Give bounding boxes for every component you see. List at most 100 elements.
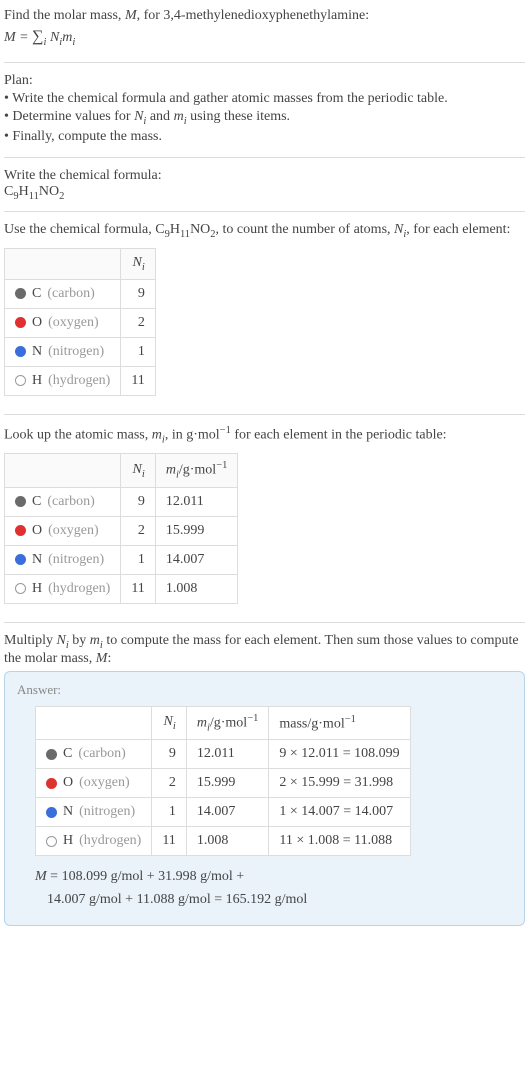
chemical-formula: C9H11NO2 — [4, 184, 525, 202]
header-mass: mass/g·mol−1 — [269, 706, 410, 739]
element-symbol: C — [32, 286, 41, 302]
intro-section: Find the molar mass, M, for 3,4-methylen… — [4, 4, 525, 56]
element-symbol: O — [32, 315, 42, 331]
header-empty — [36, 706, 152, 739]
table-row: H (hydrogen)111.008 — [5, 574, 238, 603]
plan-item: • Finally, compute the mass. — [4, 129, 525, 145]
table-row: O (oxygen)215.9992 × 15.999 = 31.998 — [36, 769, 411, 798]
element-ring-icon — [15, 583, 26, 594]
mass-cell: 9 × 12.011 = 108.099 — [269, 740, 410, 769]
element-cell: O (oxygen) — [5, 308, 121, 337]
element-cell: H (hydrogen) — [5, 574, 121, 603]
element-dot-icon — [15, 496, 26, 507]
table-row: N (nitrogen)1 — [5, 337, 156, 366]
intro-post: , for 3,4-methylenedioxyphenethylamine: — [137, 8, 370, 23]
element-name: (hydrogen) — [48, 373, 110, 389]
mi-cell: 14.007 — [155, 545, 238, 574]
divider — [4, 157, 525, 158]
step3-text: Look up the atomic mass, mi, in g·mol−1 … — [4, 425, 525, 445]
element-cell: C (carbon) — [5, 487, 121, 516]
element-name: (oxygen) — [79, 775, 130, 791]
element-symbol: H — [63, 833, 73, 849]
mi-sup: −1 — [247, 713, 258, 724]
table-row: N (nitrogen)114.007 — [5, 545, 238, 574]
table-header-row: Ni — [5, 249, 156, 280]
table-row: C (carbon)9 — [5, 279, 156, 308]
divider — [4, 414, 525, 415]
intro-pre: Find the molar mass, — [4, 8, 125, 23]
element-name: (carbon) — [47, 494, 94, 510]
element-name: (carbon) — [78, 746, 125, 762]
plan-section: Plan: • Write the chemical formula and g… — [4, 69, 525, 151]
divider — [4, 211, 525, 212]
mi-cell: 12.011 — [186, 740, 269, 769]
element-cell: N (nitrogen) — [5, 337, 121, 366]
step4-text: Multiply Ni by mi to compute the mass fo… — [4, 633, 525, 667]
ni-cell: 2 — [152, 769, 186, 798]
divider — [4, 62, 525, 63]
answer-final: M = 108.099 g/mol + 31.998 g/mol + 14.00… — [35, 866, 512, 911]
atom-count-table: Ni C (carbon)9O (oxygen)2N (nitrogen)1H … — [4, 248, 156, 396]
mi-cell: 1.008 — [155, 574, 238, 603]
table-row: C (carbon)912.011 — [5, 487, 238, 516]
mass-sup: −1 — [345, 714, 356, 725]
ni-cell: 9 — [152, 740, 186, 769]
header-ni: Ni — [121, 454, 155, 487]
mass-cell: 1 × 14.007 = 14.007 — [269, 798, 410, 827]
divider — [4, 622, 525, 623]
ni-cell: 11 — [152, 827, 186, 856]
header-mi: mi/g·mol−1 — [186, 706, 269, 739]
step3-pre: Look up the atomic mass, — [4, 428, 152, 443]
molar-mass-formula: M = ∑i Nimi — [4, 28, 525, 48]
element-symbol: N — [63, 804, 73, 820]
table-row: H (hydrogen)111.00811 × 1.008 = 11.088 — [36, 827, 411, 856]
element-ring-icon — [15, 375, 26, 386]
element-symbol: O — [32, 523, 42, 539]
element-dot-icon — [46, 749, 57, 760]
step2-section: Use the chemical formula, C9H11NO2, to c… — [4, 218, 525, 408]
answer-table: Ni mi/g·mol−1 mass/g·mol−1 C (carbon) 912… — [35, 706, 411, 856]
element-symbol: C — [63, 746, 72, 762]
table-row: N (nitrogen)114.0071 × 14.007 = 14.007 — [36, 798, 411, 827]
atomic-mass-table: Ni mi/g·mol−1 C (carbon)912.011O (oxygen… — [4, 453, 238, 603]
mi-cell: 15.999 — [186, 769, 269, 798]
step1-title: Write the chemical formula: — [4, 168, 525, 184]
element-cell: O (oxygen) — [5, 516, 121, 545]
step1-section: Write the chemical formula: C9H11NO2 — [4, 164, 525, 206]
table-header-row: Ni mi/g·mol−1 — [5, 454, 238, 487]
element-cell: O (oxygen) — [36, 769, 152, 798]
ni-cell: 11 — [121, 366, 155, 395]
ni-cell: 2 — [121, 308, 155, 337]
formula-index: i — [44, 37, 47, 48]
element-name: (hydrogen) — [48, 581, 110, 597]
mass-cell: 11 × 1.008 = 11.088 — [269, 827, 410, 856]
element-cell: C (carbon) — [5, 279, 121, 308]
element-dot-icon — [15, 346, 26, 357]
step2-pre: Use the chemical formula, — [4, 222, 155, 237]
table-row: O (oxygen)2 — [5, 308, 156, 337]
answer-box: Answer: Ni mi/g·mol−1 mass/g·mol−1 C (ca… — [4, 671, 525, 926]
header-empty — [5, 454, 121, 487]
element-name: (oxygen) — [48, 523, 99, 539]
element-dot-icon — [15, 554, 26, 565]
ni-cell: 9 — [121, 487, 155, 516]
step3-mid: , in g·mol — [165, 428, 220, 443]
ni-cell: 1 — [121, 337, 155, 366]
mi-cell: 1.008 — [186, 827, 269, 856]
header-ni: Ni — [152, 706, 186, 739]
ni-cell: 2 — [121, 516, 155, 545]
step3-sup: −1 — [220, 425, 231, 436]
element-symbol: N — [32, 552, 42, 568]
step2-post: , for each element: — [406, 222, 510, 237]
element-name: (oxygen) — [48, 315, 99, 331]
step4-section: Multiply Ni by mi to compute the mass fo… — [4, 629, 525, 930]
element-symbol: H — [32, 581, 42, 597]
intro-text: Find the molar mass, M, for 3,4-methylen… — [4, 8, 525, 24]
answer-label: Answer: — [17, 682, 512, 698]
mi-cell: 12.011 — [155, 487, 238, 516]
element-dot-icon — [15, 317, 26, 328]
table-row: C (carbon) 912.0119 × 12.011 = 108.099 — [36, 740, 411, 769]
header-ni: Ni — [121, 249, 155, 280]
step3-section: Look up the atomic mass, mi, in g·mol−1 … — [4, 421, 525, 616]
plan-item: • Determine values for Ni and mi using t… — [4, 109, 525, 127]
